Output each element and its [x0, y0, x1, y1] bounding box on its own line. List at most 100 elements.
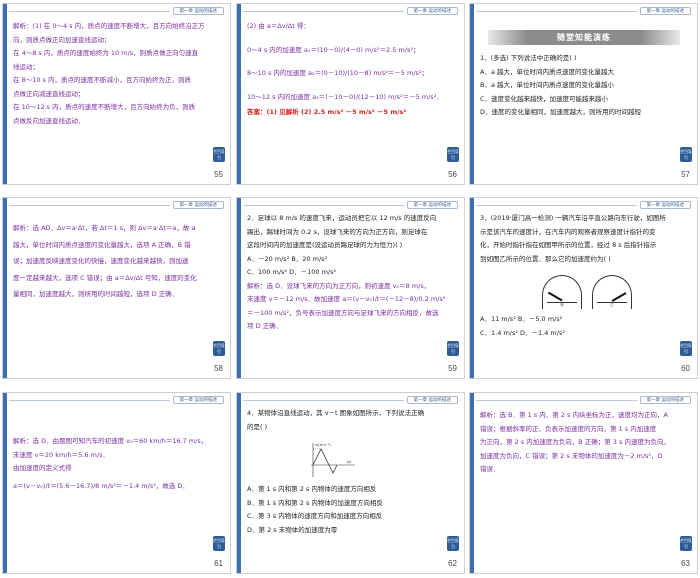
text-line: a＝(v－v₀)/t＝(5.6－16.7)/8 m/s²＝－1.4 m/s²，故… — [13, 481, 189, 490]
slide-content: 解析：选 B．第 1 s 内、第 2 s 内纵坐标为正，速度均为正向，A 错误；… — [480, 409, 681, 555]
slide-number: 56 — [448, 170, 457, 179]
text-line: 由加速度的定义式得 — [13, 464, 72, 472]
slide-content: (2) 由 a＝Δv/Δt 得： 0～4 s 内的加速度 a₁＝(10－0)/(… — [247, 20, 448, 166]
vt-graph: v/(m·s⁻¹) t/s — [311, 443, 355, 477]
slide-thumbnail-62[interactable]: 第一章 运动的描述 4．某物体沿直线运动，其 v－t 图象如图所示，下列说法正确… — [236, 392, 465, 574]
back-button[interactable]: 栏目导引 — [680, 341, 692, 356]
option-line: A．－20 m/s² B．20 m/s² — [247, 254, 328, 263]
header-rule — [9, 400, 170, 401]
chapter-header: 第一章 运动的描述 — [639, 396, 691, 404]
gauge-needle — [547, 292, 563, 302]
text-line: 点做正向减速直线运动； — [13, 89, 85, 98]
text-line: 为正向，第 2 s 内加速度为负向，B 正确；第 3 s 内速度为负向， — [480, 438, 670, 446]
text-line: 末速度 v＝20 km/h＝5.6 m/s． — [13, 450, 109, 459]
option-line: C．速度变化越来越快，加速度可能越来越小 — [480, 94, 609, 103]
solution-line: 项 D 正确． — [247, 322, 283, 330]
speedometer-gauge-a: 甲 — [542, 275, 582, 309]
question-line: 4．某物体沿直线运动，其 v－t 图象如图所示，下列说法正确 — [247, 409, 425, 417]
option-line: D．第 2 s 末物体的加速度为零 — [247, 525, 338, 534]
text-line: 错误． — [480, 465, 500, 473]
back-button[interactable]: 栏目导引 — [447, 536, 459, 551]
solution-line: 末速度 v＝－12 m/s．故加速度 a＝(v－v₀)/t＝(－12－8)/0.… — [247, 295, 446, 303]
back-button[interactable]: 栏目导引 — [447, 147, 459, 162]
text-line: 解析：选 D．由题图可知汽车的初速度 v₀＝60 km/h＝16.7 m/s， — [13, 437, 208, 445]
text-line: 0～4 s 内的加速度 a₁＝(10－0)/(4－0) m/s²＝2.5 m/s… — [247, 45, 420, 54]
slide-thumbnail-61[interactable]: 第一章 运动的描述 解析：选 D．由题图可知汽车的初速度 v₀＝60 km/h＝… — [2, 392, 231, 574]
slide-left-rail — [237, 4, 241, 184]
text-line: 线运动； — [13, 62, 39, 71]
text-line: 度一定越来越大，选项 C 错误；由 a＝Δv/Δt 可知，速度的变化 — [13, 273, 197, 282]
graph-y-label: v/(m·s⁻¹) — [315, 443, 331, 447]
question-line: 3．(2019·厦门高一检测) 一辆汽车沿平直公路向东行驶，如图所 — [480, 214, 666, 222]
slide-number: 61 — [214, 559, 223, 568]
chapter-header: 第一章 运动的描述 — [406, 396, 458, 404]
slide-thumbnail-60[interactable]: 第一章 运动的描述 3．(2019·厦门高一检测) 一辆汽车沿平直公路向东行驶，… — [469, 197, 698, 379]
question-line: 1．(多选) 下列说法中正确的是( ) — [480, 54, 577, 62]
text-line: 在 4～8 s 内，质点的速度始终为 10 m/s，则质点做正向匀速直 — [13, 49, 199, 57]
solution-line: 解析：选 D．设球飞来的方向为正方向，则初速度 v₀＝8 m/s， — [247, 281, 431, 290]
back-button[interactable]: 栏目导引 — [213, 536, 225, 551]
header-rule — [243, 11, 404, 12]
slide-left-rail — [470, 393, 474, 573]
solution-line: ＝－100 m/s²，负号表示加速度方向与足球飞来的方向相反，故选 — [247, 308, 439, 317]
back-button[interactable]: 栏目导引 — [447, 341, 459, 356]
graph-x-label: t/s — [347, 460, 352, 464]
text-line: 8～10 s 内的加速度 a₂＝(0－10)/(10－8) m/s²＝－5 m/… — [247, 69, 429, 77]
option-line: A．第 1 s 内和第 2 s 内物体的速度方向相反 — [247, 485, 377, 493]
answer-line: 答案：(1) 见解析 (2) 2.5 m/s² －5 m/s² －5 m/s² — [247, 108, 407, 116]
text-line: 加速度为负向，C 错误；第 2 s 末物体的加速度为－2 m/s²，D — [480, 451, 663, 460]
header-rule — [476, 205, 637, 206]
text-line: 在 10～12 s 内，质点的速度不断增大，且方向始终为负，则质 — [13, 103, 196, 111]
slide-content: 2．足球以 8 m/s 的速度飞来，运动员把它以 12 m/s 的速度反向 踢出… — [247, 212, 448, 360]
option-line: C．第 3 s 内物体的速度方向和加速度方向相反 — [247, 512, 383, 520]
header-rule — [243, 205, 404, 206]
text-line: 在 8～10 s 内，质点的速度不断减小，且方向始终为正，则质 — [13, 76, 191, 84]
chapter-header: 第一章 运动的描述 — [172, 396, 224, 404]
slide-thumbnail-58[interactable]: 第一章 运动的描述 解析：选 AD．Δv＝a·Δt，若 Δt＝1 s，则 Δv＝… — [2, 197, 231, 379]
slide-left-rail — [3, 198, 7, 378]
option-line: A．a 越大，单位时间内质点速度的变化量越大 — [480, 67, 614, 76]
back-button[interactable]: 栏目导引 — [213, 147, 225, 162]
question-line: 的是( ) — [247, 422, 268, 431]
slide-number: 55 — [214, 170, 223, 179]
header-rule — [9, 205, 170, 206]
option-line: B．a 越大，单位时间内质点速度的变化量越小 — [480, 81, 615, 89]
slide-content: 解析：选 D．由题图可知汽车的初速度 v₀＝60 km/h＝16.7 m/s， … — [13, 435, 214, 555]
option-line: C．1.4 m/s² D．－1.4 m/s² — [480, 328, 565, 337]
slide-number: 60 — [681, 364, 690, 373]
question-line: 2．足球以 8 m/s 的速度飞来，运动员把它以 12 m/s 的速度反向 — [247, 214, 437, 222]
chapter-header: 第一章 运动的描述 — [406, 201, 458, 209]
slide-thumbnail-57[interactable]: 第一章 运动的描述 随堂知能演练 1．(多选) 下列说法中正确的是( ) A．a… — [469, 3, 698, 185]
slide-content: 解析：选 AD．Δv＝a·Δt，若 Δt＝1 s，则 Δv＝a·Δt＝a，故 a… — [13, 222, 214, 360]
slide-thumbnail-63[interactable]: 第一章 运动的描述 解析：选 B．第 1 s 内、第 2 s 内纵坐标为正，速度… — [469, 392, 698, 574]
slide-thumbnail-55[interactable]: 第一章 运动的描述 解析：(1) 在 0～4 s 内，质点的速度不断增大，且方向… — [2, 3, 231, 185]
slide-left-rail — [470, 4, 474, 184]
text-line: 解析：选 B．第 1 s 内、第 2 s 内纵坐标为正，速度均为正向，A — [480, 411, 668, 419]
slide-thumbnail-59[interactable]: 第一章 运动的描述 2．足球以 8 m/s 的速度飞来，运动员把它以 12 m/… — [236, 197, 465, 379]
back-button[interactable]: 栏目导引 — [680, 147, 692, 162]
slide-left-rail — [237, 393, 241, 573]
slide-thumbnail-56[interactable]: 第一章 运动的描述 (2) 由 a＝Δv/Δt 得： 0～4 s 内的加速度 a… — [236, 3, 465, 185]
text-line: 解析：选 AD．Δv＝a·Δt，若 Δt＝1 s，则 Δv＝a·Δt＝a，故 a — [13, 224, 196, 232]
chapter-header: 第一章 运动的描述 — [639, 201, 691, 209]
slide-options: A．11 m/s² B．－5.0 m/s² C．1.4 m/s² D．－1.4 … — [480, 313, 681, 360]
chapter-header: 第一章 运动的描述 — [406, 7, 458, 15]
text-line: 10～12 s 内的加速度 a₃＝(－10－0)/(12－10) m/s²＝－5… — [247, 92, 443, 101]
chapter-header: 第一章 运动的描述 — [172, 7, 224, 15]
option-line: B．第 1 s 内和第 2 s 内物体的加速度方向相反 — [247, 498, 383, 507]
question-line: 这段时间内的加速度是(设运动员踢足球的力为恒力)( ) — [247, 241, 403, 249]
slide-sorter-grid: 第一章 运动的描述 解析：(1) 在 0～4 s 内，质点的速度不断增大，且方向… — [0, 0, 700, 578]
question-line: 示是该汽车的速度计，在汽车内的观察者观察速度计指针的变 — [480, 227, 656, 236]
header-rule — [9, 11, 170, 12]
back-button[interactable]: 栏目导引 — [213, 341, 225, 356]
slide-number: 58 — [214, 364, 223, 373]
question-line: 化，开始时指针指在如图甲所示的位置，经过 8 s 后指针指示 — [480, 241, 657, 249]
header-rule — [243, 400, 404, 401]
slide-number: 59 — [448, 364, 457, 373]
text-line: 量相同，加速度越大，则所用的时间越短，选项 D 正确． — [13, 290, 179, 298]
back-button[interactable]: 栏目导引 — [680, 536, 692, 551]
option-line: A．11 m/s² B．－5.0 m/s² — [480, 315, 563, 323]
chapter-header: 第一章 运动的描述 — [639, 7, 691, 15]
header-rule — [476, 400, 637, 401]
gauge-caption: 甲 — [560, 303, 564, 307]
